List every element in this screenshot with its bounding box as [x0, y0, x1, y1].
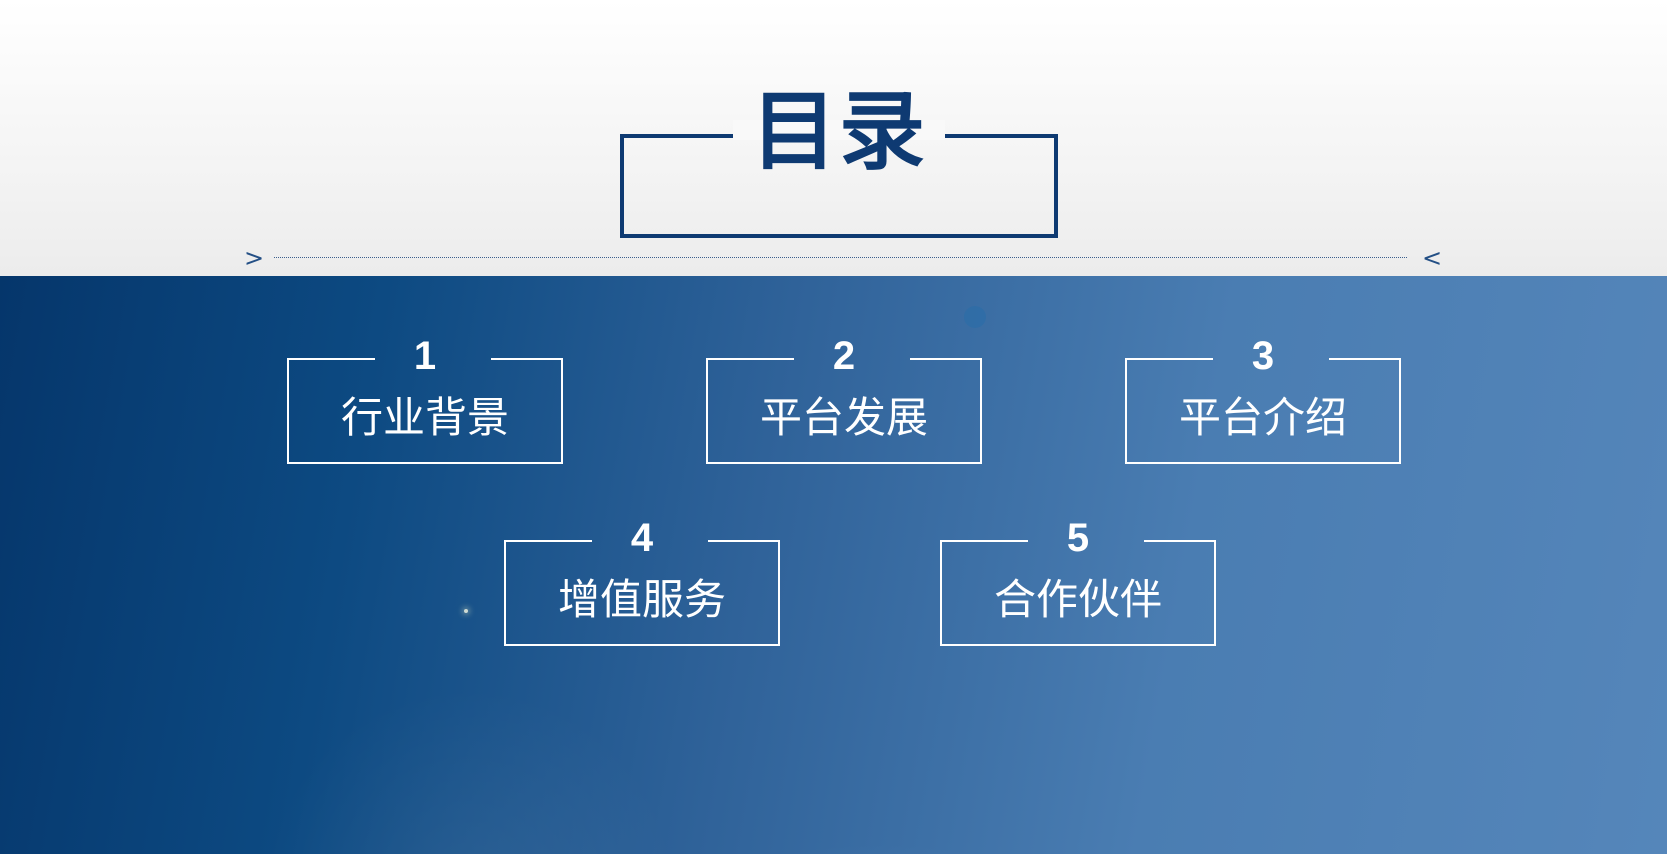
divider-right-arrow-icon: < [1422, 244, 1443, 272]
toc-item-partners[interactable]: 5 合作伙伴 [940, 516, 1216, 646]
toc-item-label: 合作伙伴 [993, 575, 1162, 624]
toc-item-number: 3 [1251, 334, 1275, 378]
toc-item-number: 5 [1066, 516, 1090, 560]
slide: 目录 > < 1 行业背景 2 平台发展 3 平台介绍 4 增值服务 5 合作伙… [0, 0, 1667, 854]
lens-flare-dot [964, 306, 986, 328]
divider-left-arrow-icon: > [244, 244, 265, 272]
toc-item-platform-introduction[interactable]: 3 平台介绍 [1125, 334, 1401, 464]
divider-line [274, 257, 1407, 258]
toc-item-number: 4 [630, 516, 654, 560]
toc-item-value-added-services[interactable]: 4 增值服务 [504, 516, 780, 646]
toc-item-number: 2 [832, 334, 856, 378]
toc-item-number: 1 [413, 334, 437, 378]
page-title: 目录 [751, 82, 927, 182]
toc-item-label: 平台介绍 [1178, 393, 1347, 442]
toc-item-platform-development[interactable]: 2 平台发展 [706, 334, 982, 464]
toc-item-label: 平台发展 [759, 393, 928, 442]
toc-item-industry-background[interactable]: 1 行业背景 [287, 334, 563, 464]
toc-item-label: 增值服务 [557, 575, 726, 624]
lens-flare-star [464, 609, 468, 613]
toc-item-label: 行业背景 [340, 393, 509, 442]
